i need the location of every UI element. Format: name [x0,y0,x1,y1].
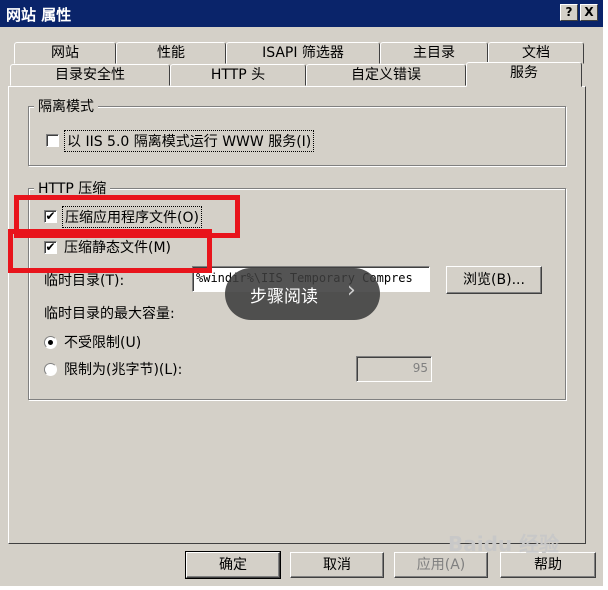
tab-website[interactable]: 网站 [14,42,116,64]
title-bar[interactable]: 网站 属性 ? X [0,0,603,27]
window-title: 网站 属性 [6,6,72,24]
highlight-box-static-files [8,229,212,273]
tab-custom-errors[interactable]: 自定义错误 [306,64,466,86]
temp-directory-label: 临时目录(T): [44,273,125,289]
step-reading-overlay[interactable]: 步骤阅读 › [225,268,380,320]
tab-http-headers[interactable]: HTTP 头 [170,64,306,86]
isolation-mode-legend: 隔离模式 [34,96,98,116]
step-reading-text: 步骤阅读 [250,287,318,307]
limit-size-input[interactable]: 95 [356,356,432,382]
browse-button[interactable]: 浏览(B)... [446,266,542,294]
unlimited-radio[interactable] [44,336,57,349]
limit-label[interactable]: 限制为(兆字节)(L): [64,359,182,379]
tab-home-directory[interactable]: 主目录 [380,42,488,64]
radio-dot-icon [48,340,53,345]
chevron-right-icon: › [347,278,356,303]
close-button[interactable]: X [580,4,598,21]
tab-isapi-filters[interactable]: ISAPI 筛选器 [226,42,380,64]
help-title-button[interactable]: ? [560,4,578,21]
unlimited-label[interactable]: 不受限制(U) [64,332,141,352]
isolation-mode-checkbox[interactable] [46,134,59,147]
ok-button[interactable]: 确定 [185,551,281,579]
cancel-button[interactable]: 取消 [290,552,384,578]
baidu-watermark: Baidu 经验 [448,532,560,556]
tab-service[interactable]: 服务 [466,62,582,87]
max-size-label: 临时目录的最大容量: [44,306,175,322]
isolation-mode-label[interactable]: 以 IIS 5.0 隔离模式运行 WWW 服务(I) [64,130,315,152]
tab-directory-security[interactable]: 目录安全性 [10,64,170,86]
tab-documents[interactable]: 文档 [488,42,584,64]
tab-performance[interactable]: 性能 [116,42,226,64]
limit-radio[interactable] [44,363,57,376]
